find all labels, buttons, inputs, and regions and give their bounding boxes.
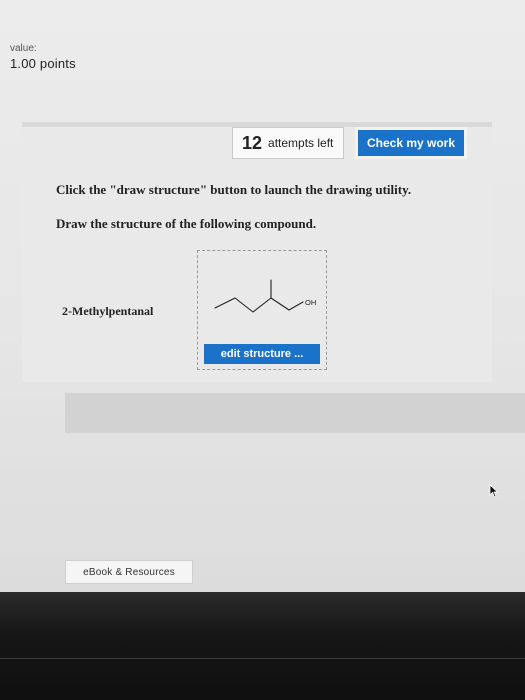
- attempts-count: 12: [242, 132, 263, 153]
- value-label: value:: [10, 43, 37, 54]
- bezel-edge: [0, 658, 525, 659]
- mouse-cursor-icon: [489, 484, 499, 498]
- monitor-bezel: [0, 592, 525, 700]
- chemical-structure-drawing: OH: [214, 279, 316, 313]
- instruction-draw: Draw the structure of the following comp…: [56, 216, 317, 231]
- attempts-label: attempts left: [268, 136, 334, 150]
- compound-name: 2-Methylpentanal: [62, 304, 154, 318]
- browser-viewport: value: 1.00 points 12 attempts left Chec…: [0, 0, 525, 592]
- structure-skeleton-line: [214, 297, 304, 313]
- attempts-indicator: 12 attempts left: [232, 127, 344, 159]
- points-value: 1.00 points: [10, 56, 76, 71]
- ebook-resources-button[interactable]: eBook & Resources: [65, 560, 193, 584]
- structure-oh-label: OH: [305, 298, 316, 307]
- check-my-work-button[interactable]: Check my work: [355, 127, 467, 159]
- answer-feedback-bar: [65, 393, 525, 433]
- edit-structure-button[interactable]: edit structure ...: [204, 344, 320, 364]
- instruction-launch: Click the "draw structure" button to lau…: [56, 182, 412, 197]
